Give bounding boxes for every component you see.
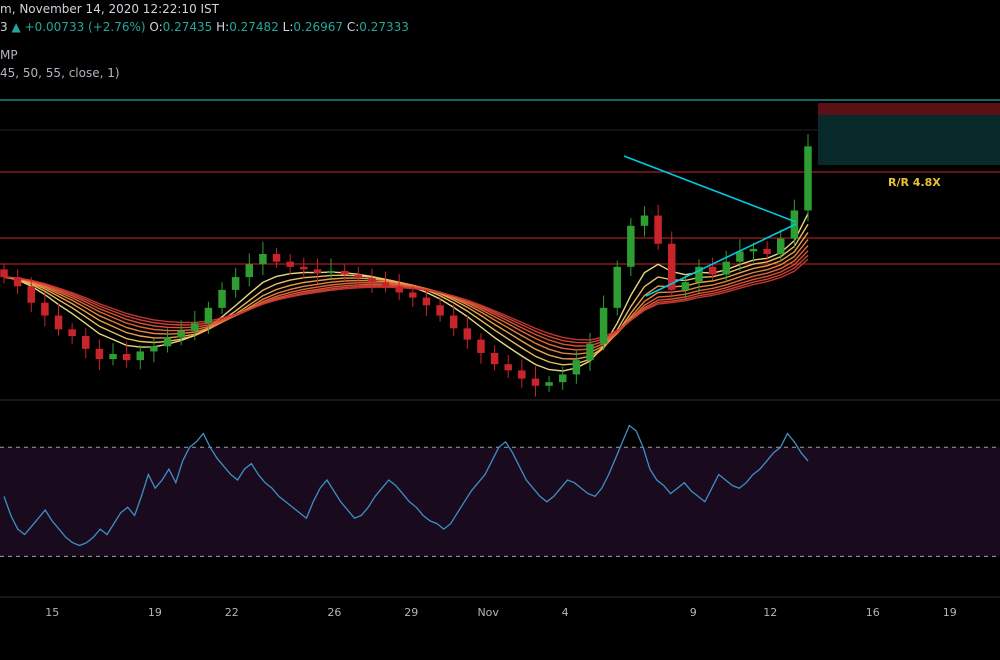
- candle-body: [708, 266, 717, 275]
- candle-body: [27, 286, 36, 303]
- candle-body: [654, 215, 662, 244]
- triangle-upper-line: [623, 155, 797, 223]
- candle-body: [776, 238, 785, 254]
- candle-body: [722, 261, 730, 275]
- candle-body: [613, 266, 621, 308]
- candle-body: [586, 343, 594, 361]
- candle-body: [490, 352, 499, 365]
- candle-body: [300, 266, 308, 270]
- candle-body: [504, 364, 512, 371]
- rsi-pane: [0, 424, 1000, 557]
- rsi-band: [0, 447, 1000, 557]
- x-tick-label: 19: [148, 606, 162, 619]
- candle-body: [531, 378, 540, 386]
- x-tick-label: 26: [327, 606, 341, 619]
- candle-body: [259, 254, 267, 265]
- candle-body: [218, 289, 226, 308]
- candle-body: [245, 264, 254, 278]
- x-tick-label: 12: [763, 606, 777, 619]
- ribbon-line: [3, 245, 809, 351]
- candle-body: [545, 382, 553, 386]
- ribbon-line: [3, 223, 809, 366]
- candle-body: [395, 286, 403, 293]
- x-tick-label: Nov: [477, 606, 499, 619]
- ribbon-line: [3, 258, 809, 341]
- candle-body: [136, 351, 145, 361]
- candle-body: [368, 278, 376, 283]
- candle-body: [82, 336, 90, 349]
- rr-target-zone: [818, 115, 1000, 165]
- candle-body: [327, 270, 335, 273]
- ribbon-line: [3, 213, 809, 372]
- candle-body: [95, 348, 104, 360]
- candle-body: [599, 307, 608, 344]
- candle-body: [109, 353, 117, 360]
- ma-ribbon: [3, 213, 809, 372]
- x-tick-label: 19: [943, 606, 957, 619]
- candle-body: [41, 302, 49, 316]
- candle-body: [381, 282, 390, 287]
- candle-body: [518, 370, 526, 379]
- candle-body: [749, 248, 758, 252]
- x-tick-label: 29: [404, 606, 418, 619]
- candle-body: [409, 292, 417, 298]
- candle-body: [354, 274, 363, 279]
- x-tick-label: 15: [45, 606, 59, 619]
- candles: [0, 134, 812, 397]
- ribbon-line: [3, 254, 809, 344]
- candle-body: [54, 315, 63, 330]
- candle-body: [177, 330, 185, 338]
- candle-body: [463, 328, 472, 340]
- candle-body: [163, 337, 172, 347]
- candle-body: [763, 248, 771, 254]
- candle-body: [272, 254, 281, 262]
- candle-body: [191, 323, 199, 331]
- candle-body: [122, 353, 131, 361]
- candle-body: [572, 360, 581, 375]
- candle-body: [68, 329, 76, 337]
- candle-body: [558, 374, 567, 383]
- rr-stop-zone: [818, 103, 1000, 115]
- x-tick-label: 22: [225, 606, 239, 619]
- candle-body: [422, 297, 431, 306]
- x-tick-label: 9: [690, 606, 697, 619]
- candle-body: [449, 315, 458, 329]
- x-axis: 15 19 22 26 29 Nov 4 9 12 16 19: [45, 606, 956, 619]
- candle-body: [477, 339, 485, 353]
- candle-body: [286, 261, 294, 267]
- candle-body: [627, 225, 635, 267]
- x-tick-label: 16: [866, 606, 880, 619]
- candle-body: [150, 346, 158, 352]
- x-tick-label: 4: [562, 606, 569, 619]
- candle-body: [204, 307, 213, 324]
- candle-body: [681, 282, 690, 290]
- chart-canvas[interactable]: R/R 4.8X 15 19 22 26 29 Nov 4 9 12 16 19: [0, 0, 1000, 660]
- candle-body: [436, 305, 444, 316]
- candle-body: [231, 277, 240, 290]
- candle-body: [804, 146, 812, 211]
- candle-body: [313, 269, 322, 273]
- candle-body: [640, 215, 649, 226]
- candle-body: [13, 277, 22, 287]
- candle-body: [340, 270, 349, 275]
- rr-label: R/R 4.8X: [888, 176, 941, 189]
- candle-body: [0, 269, 8, 278]
